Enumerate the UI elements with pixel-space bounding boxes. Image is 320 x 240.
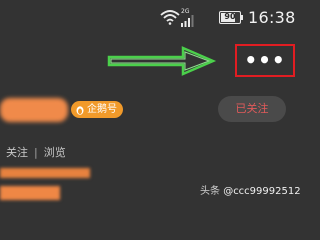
battery-level: 90: [224, 12, 236, 21]
penguin-icon: [76, 105, 84, 115]
network-type-label: 2G: [181, 8, 190, 15]
enterprise-badge: 企鹅号: [71, 101, 123, 118]
status-time: 16:38: [248, 8, 296, 27]
profile-stats: 关注 | 浏览: [6, 144, 66, 160]
enterprise-badge-label: 企鹅号: [87, 104, 117, 115]
annotation-arrow-icon: [107, 46, 217, 76]
watermark-platform: 头条: [200, 186, 220, 197]
watermark-handle: @ccc99992512: [223, 186, 301, 197]
stats-separator: |: [34, 146, 38, 159]
username-redacted: [0, 98, 68, 122]
followed-button[interactable]: 已关注: [218, 96, 286, 122]
signal-icon: [181, 15, 194, 27]
wifi-icon: [160, 10, 180, 25]
content-redacted-2: [0, 186, 60, 200]
battery-tip: [241, 15, 243, 20]
more-icon: •••: [244, 48, 286, 72]
follow-count-label[interactable]: 关注: [6, 146, 28, 159]
content-redacted: [0, 168, 90, 178]
browse-count-label[interactable]: 浏览: [44, 146, 66, 159]
battery-icon: 90: [219, 11, 241, 24]
watermark: 头条 @ccc99992512: [200, 182, 301, 197]
more-button[interactable]: •••: [235, 44, 295, 77]
